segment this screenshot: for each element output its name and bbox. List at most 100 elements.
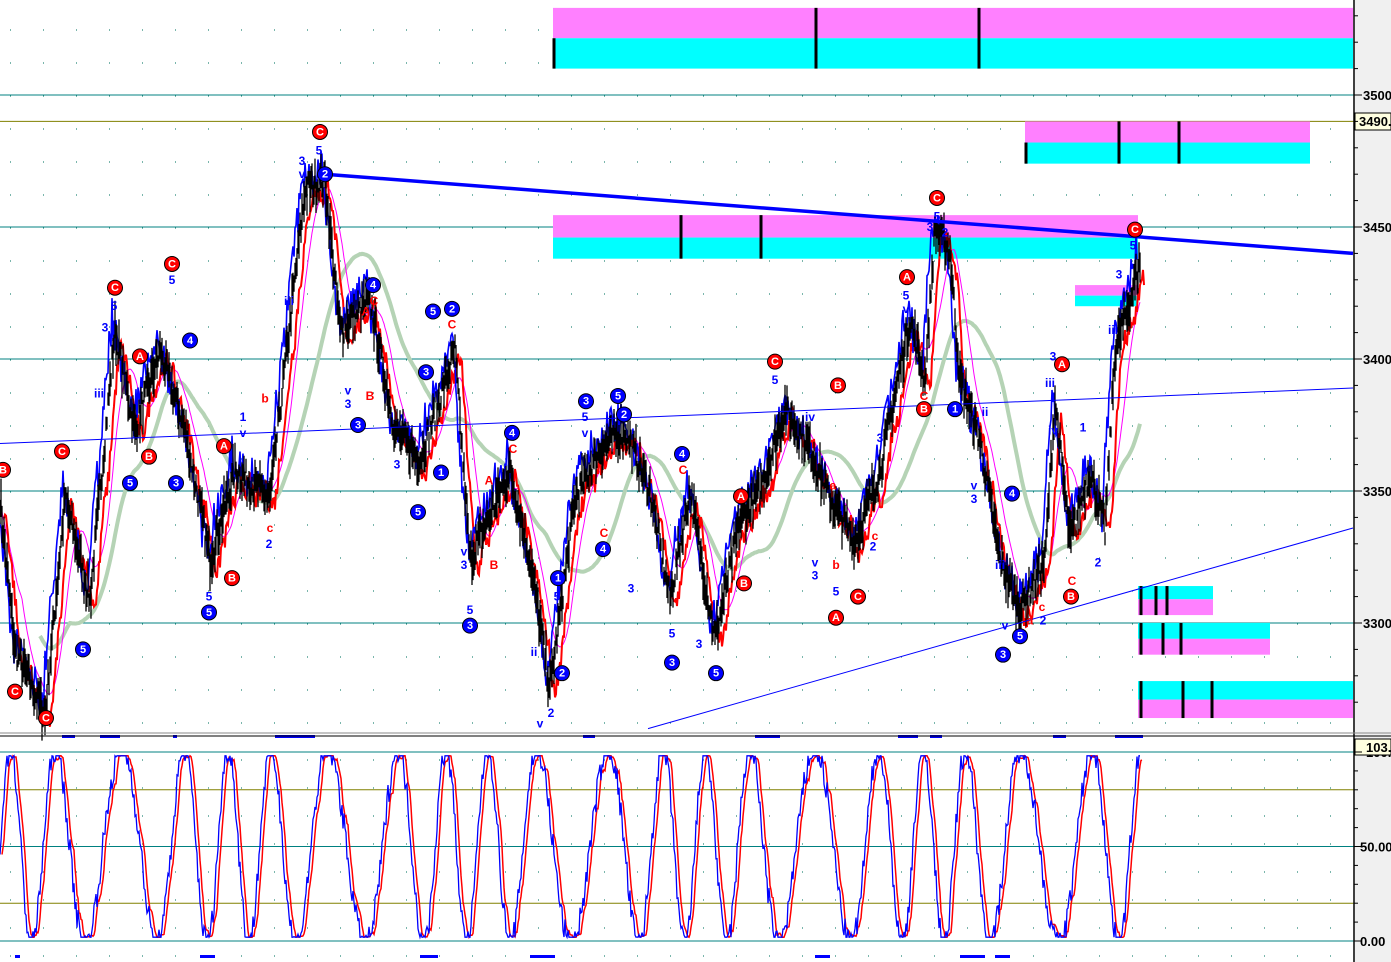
wave-label-circled: B (224, 570, 240, 587)
price-tick-label: 3300 (1363, 616, 1391, 631)
wave-circle-text: C (316, 126, 324, 138)
wave-label: iv (1048, 423, 1058, 437)
wave-label-circled: A (216, 438, 232, 455)
wave-circle-text: B (834, 380, 842, 392)
osc-signal-marker (960, 955, 985, 958)
osc-signal-marker (530, 955, 555, 958)
wave-label-circled: 2 (554, 665, 570, 682)
wave-label: 5 (582, 410, 589, 424)
wave-circle-text: 3 (423, 367, 429, 379)
osc-signal-marker (815, 955, 830, 958)
wave-circle-text: 3 (173, 478, 179, 490)
wave-circle-text: B (228, 573, 236, 585)
wave-label: 5 (111, 299, 118, 313)
wave-label-circled: C (850, 588, 866, 605)
wave-label-circled: A (828, 609, 844, 626)
zone-band-cyan (553, 38, 1353, 69)
wave-circle-text: 5 (206, 607, 212, 619)
wave-label-circled: 3 (995, 646, 1011, 663)
wave-label-circled: 1 (433, 464, 449, 481)
zone-band-magenta (1138, 699, 1353, 719)
wave-label: 5 (316, 143, 323, 157)
wave-circle-text: A (903, 272, 911, 284)
wave-label: 1 (1080, 421, 1087, 435)
wave-circle-text: 5 (1017, 631, 1023, 643)
wave-label: b (832, 558, 839, 572)
wave-label-circled: 3 (578, 393, 594, 410)
wave-circle-text: C (11, 686, 19, 698)
wave-label: 2 (548, 706, 555, 720)
wave-label: C (679, 463, 688, 477)
wave-circle-text: C (854, 591, 862, 603)
wave-circle-text: 5 (80, 644, 86, 656)
wave-label: iii (1045, 376, 1055, 390)
wave-label-circled: 5 (425, 303, 441, 320)
wave-label-circled: 2 (616, 406, 632, 423)
wave-label-circled: B (1063, 588, 1079, 605)
wave-label-circled: 3 (350, 417, 366, 433)
wave-circle-text: B (0, 464, 7, 476)
price-tick-label: 3350 (1363, 484, 1391, 499)
zone-band-magenta (1138, 599, 1213, 616)
current-price-label: 3490. (1359, 114, 1391, 129)
current-osc-label: 103. (1366, 740, 1391, 755)
wave-label: c (1039, 600, 1046, 614)
wave-label: iii (1108, 323, 1118, 337)
osc-signal-marker (200, 955, 215, 958)
wave-circle-text: 3 (669, 657, 675, 669)
wave-label-circled: C (929, 189, 945, 206)
wave-label: 2 (266, 537, 273, 551)
wave-label-circled: 5 (75, 641, 91, 658)
wave-label: 5 (772, 373, 779, 387)
wave-label: a (830, 479, 837, 493)
zone-band-magenta (553, 7, 1353, 39)
wave-label-circled: C (312, 123, 328, 140)
wave-label-circled: 3 (418, 364, 434, 381)
wave-label-circled: C (107, 279, 123, 296)
wave-label: 3 (1116, 268, 1123, 282)
wave-label-circled: A (733, 488, 749, 505)
wave-label: 3 (812, 568, 819, 582)
wave-label-circled: 4 (182, 332, 198, 349)
wave-label: C (370, 294, 379, 308)
wave-label: ii (531, 645, 538, 659)
zone-2 (553, 215, 1138, 259)
wave-label-circled: 4 (674, 446, 690, 463)
wave-label-circled: B (0, 461, 11, 478)
wave-circle-text: 5 (415, 507, 421, 519)
price-tick-label: 3450 (1363, 220, 1391, 235)
zone-band-cyan (1025, 142, 1310, 164)
zone-4 (1138, 586, 1213, 616)
wave-label: 1 (240, 410, 247, 424)
trading-chart[interactable]: 53viii553iii1v5bc2CCAv3B3ABCv35iiv255vC3… (0, 0, 1391, 962)
wave-label: 5 (206, 590, 213, 604)
wave-label: a (1027, 613, 1034, 627)
wave-circle-text: 4 (509, 427, 516, 439)
wave-label-circled: C (38, 710, 54, 727)
wave-label: v (582, 426, 589, 440)
zone-1 (1024, 121, 1310, 164)
wave-label: v (299, 167, 306, 181)
price-tick-label: 3400 (1363, 352, 1391, 367)
wave-circle-text: C (933, 192, 941, 204)
osc-signal-marker (420, 955, 438, 958)
wave-label: 5 (903, 289, 910, 303)
wave-circle-text: A (136, 351, 144, 363)
wave-label-circled: C (164, 255, 180, 272)
wave-label-circled: 1 (947, 401, 963, 418)
wave-circle-text: 4 (600, 544, 607, 556)
wave-label: v (345, 384, 352, 398)
wave-circle-text: 4 (370, 280, 377, 292)
wave-label: v (903, 302, 910, 316)
osc-signal-marker (995, 955, 1010, 958)
wave-circle-text: 2 (322, 169, 328, 181)
wave-label: v (812, 555, 819, 569)
wave-label-circled: 4 (595, 541, 611, 558)
wave-label-circled: C (7, 683, 23, 700)
wave-label: v (1002, 619, 1009, 633)
wave-label-circled: B (916, 401, 932, 418)
wave-label: v (971, 479, 978, 493)
wave-circle-text: 5 (615, 390, 621, 402)
wave-label: iii (995, 558, 1005, 572)
wave-label: 3 (877, 431, 884, 445)
